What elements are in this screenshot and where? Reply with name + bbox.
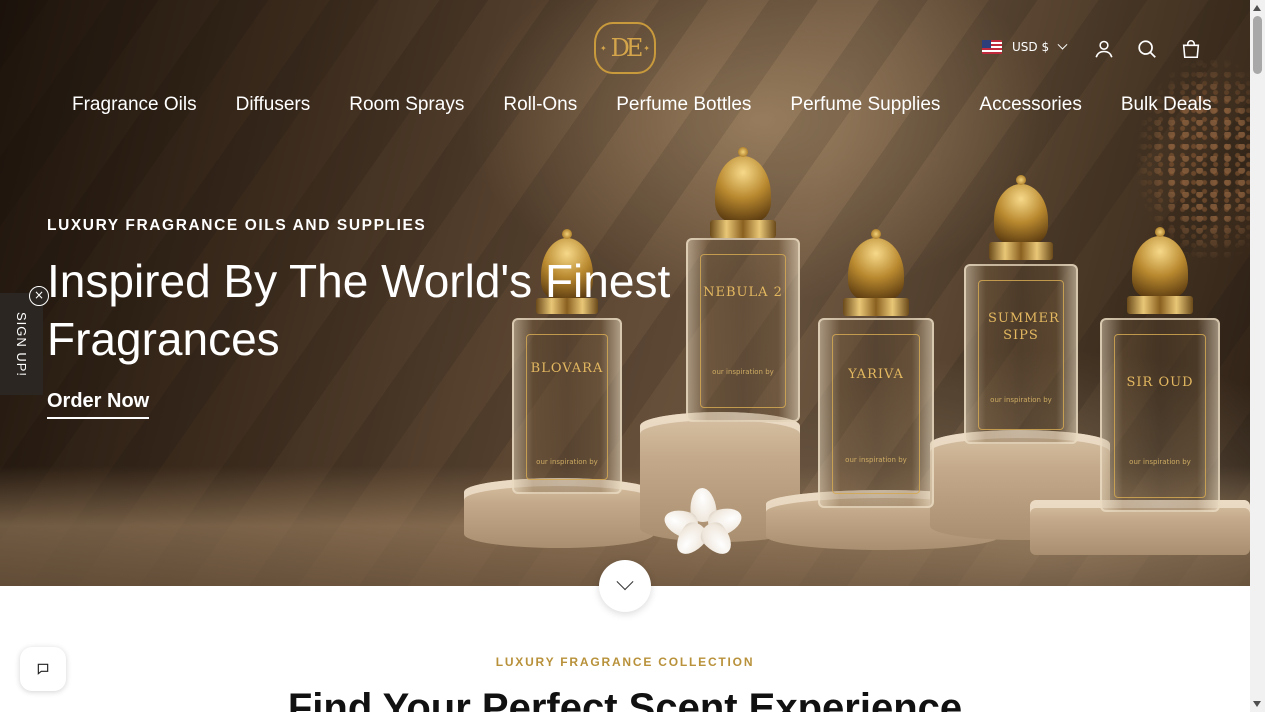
logo-monogram: DE [610, 34, 644, 62]
nav-item-perfume-bottles[interactable]: Perfume Bottles [616, 94, 751, 116]
nav-item-fragrance-oils[interactable]: Fragrance Oils [72, 94, 197, 116]
page-scrollbar[interactable] [1250, 0, 1265, 712]
hero-headline: Inspired By The World's Finest Fragrance… [47, 255, 671, 365]
nav-item-accessories[interactable]: Accessories [979, 94, 1081, 116]
bottle-label: YARIVA [848, 367, 904, 382]
scroll-down-arrow-icon[interactable] [1253, 701, 1261, 707]
nav-item-perfume-supplies[interactable]: Perfume Supplies [790, 94, 940, 116]
signup-label: SIGN UP! [14, 311, 30, 377]
bottle-label: SIR OUD [1126, 375, 1194, 390]
chat-icon [37, 663, 49, 675]
us-flag-icon [982, 40, 1002, 54]
close-icon[interactable]: × [29, 286, 49, 306]
bottle-label: NEBULA 2 [703, 285, 783, 300]
main-nav: Fragrance Oils Diffusers Room Sprays Rol… [72, 94, 1212, 116]
section-title: Find Your Perfect Scent Experience [287, 686, 963, 712]
chevron-down-icon [616, 573, 634, 591]
perfume-bottle-summer-sips: SUMMER SIPS our inspiration by [964, 178, 1078, 444]
brand-logo[interactable]: DE [594, 22, 656, 74]
nav-item-room-sprays[interactable]: Room Sprays [349, 94, 464, 116]
order-now-link[interactable]: Order Now [47, 390, 150, 419]
bottle-label: SUMMER SIPS [988, 311, 1060, 343]
hero-eyebrow: LUXURY FRAGRANCE OILS AND SUPPLIES [47, 217, 427, 234]
bottle-inspiration-text: our inspiration by [1129, 458, 1191, 466]
signup-tab[interactable]: SIGN UP! [0, 293, 43, 395]
nav-item-bulk-deals[interactable]: Bulk Deals [1121, 94, 1212, 116]
bottle-inspiration-text: our inspiration by [990, 396, 1052, 404]
bottle-inspiration-text: our inspiration by [845, 456, 907, 464]
cart-icon[interactable] [1180, 38, 1202, 60]
perfume-bottle-yariva: YARIVA our inspiration by [818, 232, 934, 508]
nav-item-diffusers[interactable]: Diffusers [236, 94, 311, 116]
bottle-inspiration-text: our inspiration by [536, 458, 598, 466]
scroll-up-arrow-icon[interactable] [1253, 5, 1261, 11]
account-icon[interactable] [1093, 38, 1115, 60]
nav-item-roll-ons[interactable]: Roll-Ons [503, 94, 577, 116]
chevron-down-icon [1057, 39, 1068, 50]
currency-label: USD $ [1012, 40, 1050, 54]
search-icon[interactable] [1136, 38, 1158, 60]
perfume-bottle-nebula-2: NEBULA 2 our inspiration by [686, 148, 800, 422]
scroll-down-button[interactable] [599, 560, 651, 612]
bottle-inspiration-text: our inspiration by [712, 368, 774, 376]
currency-selector[interactable]: USD $ [982, 39, 1068, 54]
perfume-bottle-sir-oud: SIR OUD our inspiration by [1100, 230, 1220, 512]
scrollbar-thumb[interactable] [1253, 16, 1262, 74]
white-flower [660, 486, 750, 561]
section-eyebrow: LUXURY FRAGRANCE COLLECTION [495, 655, 755, 669]
chat-button[interactable] [20, 647, 66, 691]
